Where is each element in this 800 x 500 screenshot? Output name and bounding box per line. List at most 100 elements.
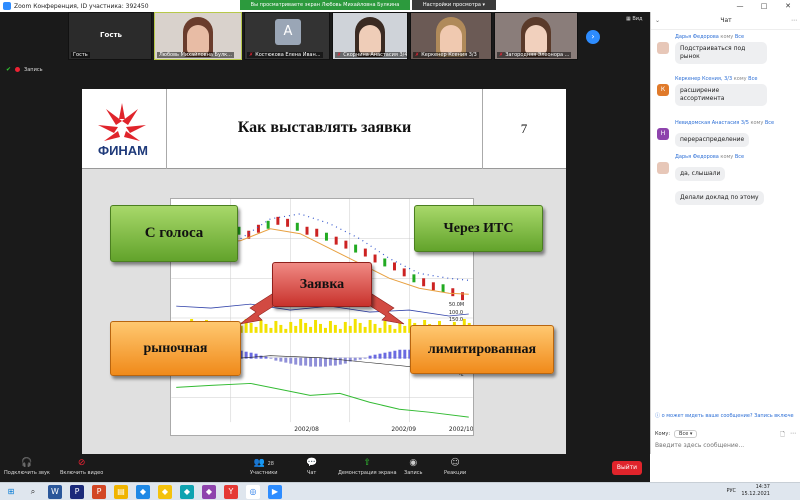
participant-tile-kerkener[interactable]: ✗ Керкенер Ксения 3/3 (410, 12, 492, 60)
participant-tile-guest[interactable]: Гость Гость (68, 12, 152, 60)
participant-name: Любовь Михайловна Булк... (157, 52, 234, 58)
chrome-icon[interactable]: ◎ (246, 485, 260, 499)
record-button[interactable]: ◉ Запись (404, 457, 422, 476)
mic-muted-icon: ✗ (249, 52, 254, 58)
video-off-icon: ⊘ (77, 458, 86, 468)
maximize-button[interactable]: □ (752, 0, 776, 12)
candle (402, 268, 406, 277)
word-icon[interactable]: W (48, 485, 62, 499)
participant-tile-skornina[interactable]: ✗ Скорнина Анастасия 3/4 (332, 12, 408, 60)
candle (305, 226, 309, 235)
indicator-line-green (176, 382, 469, 418)
participants-icon: 👥 28 (253, 458, 274, 468)
volume-bar (299, 318, 303, 333)
histogram-bar (373, 354, 377, 359)
powerpoint-icon[interactable]: P (92, 485, 106, 499)
reactions-button[interactable]: ☺ Реакции (444, 457, 466, 476)
minimize-button[interactable]: — (728, 0, 752, 12)
participant-tile-zagorodnyaya[interactable]: ✗ Загородняя Элеонора ... (494, 12, 578, 60)
candle (373, 254, 377, 263)
histogram-bar (249, 352, 253, 359)
app-icon[interactable]: ◆ (136, 485, 150, 499)
chat-footer (650, 454, 800, 482)
more-options-icon[interactable]: ⋯ (791, 12, 797, 30)
histogram-bar (403, 349, 407, 359)
language-indicator[interactable]: РУС (726, 488, 736, 494)
recipient-select[interactable]: Все ▾ (674, 430, 698, 438)
sender-avatar (657, 162, 669, 174)
volume-bar (274, 320, 278, 333)
view-toggle[interactable]: ▦ Вид (626, 16, 642, 22)
volume-bar (353, 318, 357, 333)
join-audio-button[interactable]: 🎧 Подключить звук (4, 457, 50, 476)
candle (295, 222, 299, 231)
chat-privacy-warning[interactable]: ⓘ о может видеть ваше сообщение? Запись … (651, 412, 800, 419)
zoom-icon[interactable]: ▶ (268, 485, 282, 499)
slide-title: Как выставлять заявки (237, 119, 412, 136)
message-sender: Дарья Федорова кому Все (675, 154, 745, 160)
window-controls: — □ ✕ (728, 0, 800, 12)
histogram-bar (323, 357, 327, 367)
recipient-label: Кому: (655, 431, 671, 437)
histogram-bar (319, 357, 322, 367)
volume-bar (314, 319, 318, 333)
candle (276, 216, 280, 225)
share-screen-button[interactable]: ⇧ Демонстрация экрана (338, 457, 397, 476)
volume-bar (319, 323, 322, 333)
leave-button[interactable]: Выйти (612, 461, 642, 475)
volume-bar (368, 319, 372, 333)
histogram-bar (398, 349, 402, 359)
right-tick-label: 100.0 (449, 310, 463, 316)
volume-bar (264, 323, 268, 333)
chevron-down-icon[interactable]: ⌄ (655, 12, 660, 30)
security-shield-icon: ✔ (6, 66, 12, 73)
message-bubble: перераспределение (675, 133, 750, 147)
volume-bar (259, 319, 263, 333)
smiley-icon: ☺ (450, 458, 460, 468)
volume-bar (333, 324, 337, 333)
volume-bar (249, 322, 253, 333)
chat-panel: ⌄ Чат ⋯ Дарья Федорова кому Все Подстраи… (650, 12, 800, 454)
participants-button[interactable]: 👥 28 Участники (250, 457, 278, 476)
start-video-button[interactable]: ⊘ Включить видео (60, 457, 103, 476)
close-button[interactable]: ✕ (776, 0, 800, 12)
sender-avatar: Н (657, 128, 669, 140)
volume-bar (244, 318, 248, 333)
recording-label: Запись (24, 66, 43, 73)
more-icon[interactable]: ⋯ (790, 430, 796, 440)
histogram-bar (314, 357, 318, 367)
windows-start-icon[interactable]: ⊞ (4, 485, 18, 499)
volume-bar (338, 328, 342, 333)
app-icon[interactable]: ◆ (202, 485, 216, 499)
yandex-icon[interactable]: Y (224, 485, 238, 499)
photoshop-icon[interactable]: P (70, 485, 84, 499)
histogram-bar (254, 353, 258, 359)
chat-button[interactable]: 💬 Чат (306, 457, 317, 476)
next-page-button[interactable]: › (586, 30, 600, 44)
participant-tile-kostyukova[interactable]: A ✗ Костюкова Елена Иван... (244, 12, 330, 60)
sender-avatar: К (657, 84, 669, 96)
chat-message-input[interactable] (655, 442, 795, 449)
callout-order: Заявка (272, 262, 372, 307)
participant-tile-lyubov[interactable]: Любовь Михайловна Булк... (154, 12, 242, 60)
app-icon[interactable]: ◆ (180, 485, 194, 499)
mic-muted-icon: ✗ (337, 52, 342, 58)
callout-voice: С голоса (110, 205, 238, 262)
view-options-button[interactable]: Настройки просмотра ▾ (412, 0, 496, 10)
search-icon[interactable]: ⌕ (26, 485, 40, 499)
message-sender: Керкенер Ксения, 3/3 кому Все (675, 76, 758, 82)
histogram-bar (284, 357, 288, 363)
participant-name: ✗ Скорнина Анастасия 3/4 (335, 52, 408, 58)
histogram-bar (269, 357, 273, 359)
system-clock[interactable]: 14:37 15.12.2021 (741, 484, 770, 498)
file-icon[interactable]: 🗋 (780, 430, 785, 440)
candle (392, 262, 396, 271)
folder-icon[interactable]: ▤ (114, 485, 128, 499)
participant-name: ✗ Загородняя Элеонора ... (497, 52, 572, 58)
x-tick-label: 2002/10 (449, 426, 474, 433)
app-icon[interactable]: ◆ (158, 485, 172, 499)
chat-recipient: Кому: Все ▾ (655, 430, 698, 438)
volume-bar (358, 322, 362, 333)
participant-face (525, 25, 547, 55)
callout-its: Через ИТС (414, 205, 543, 252)
